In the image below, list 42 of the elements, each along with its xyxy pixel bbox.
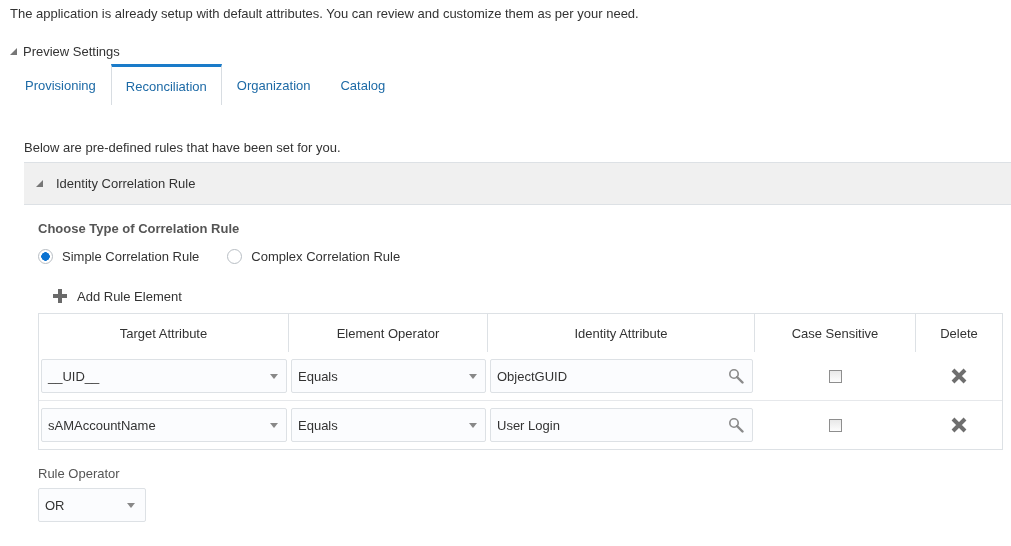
dropdown[interactable]: Equals	[291, 408, 486, 442]
dropdown[interactable]: Equals	[291, 359, 486, 393]
search-field[interactable]: ObjectGUID	[490, 359, 753, 393]
dropdown-caret-icon[interactable]	[127, 502, 135, 508]
dropdown-caret-icon[interactable]	[469, 373, 477, 379]
column-header: Delete	[939, 324, 979, 343]
checkbox[interactable]	[829, 418, 842, 432]
collapse-triangle-icon[interactable]	[36, 180, 43, 187]
dropdown[interactable]: __UID__	[41, 359, 287, 393]
search-field[interactable]: User Login	[490, 408, 753, 442]
tab[interactable]: Organization	[221, 64, 326, 105]
plus-icon[interactable]	[52, 288, 68, 304]
field-label: Choose Type of Correlation Rule	[38, 221, 241, 237]
column-header: Element Operator	[289, 314, 488, 352]
radio-button[interactable]	[227, 248, 243, 264]
search-icon[interactable]	[728, 417, 744, 433]
dropdown-caret-icon[interactable]	[469, 422, 477, 428]
dropdown[interactable]: OR	[38, 488, 146, 522]
search-icon[interactable]	[728, 368, 744, 384]
radio-label: Simple Correlation Rule	[62, 248, 200, 264]
delete-x-icon[interactable]	[950, 416, 968, 434]
column-header: Identity Attribute	[488, 314, 755, 352]
dropdown-caret-icon[interactable]	[270, 373, 278, 379]
checkbox[interactable]	[829, 369, 842, 383]
column-header: Case Sensitive	[755, 314, 916, 352]
tab[interactable]: Reconciliation	[110, 64, 222, 105]
add-rule-element-button[interactable]: Add Rule Element	[52, 287, 182, 305]
tab[interactable]: Provisioning	[10, 64, 111, 105]
collapse-triangle-icon[interactable]	[10, 47, 17, 55]
radio-label: Complex Correlation Rule	[251, 248, 401, 264]
dropdown-caret-icon[interactable]	[270, 422, 278, 428]
section-heading[interactable]: Preview Settings	[23, 43, 120, 59]
field-label: Rule Operator	[38, 466, 121, 482]
description-text: Below are pre-defined rules that have been set for you.	[24, 139, 342, 157]
section-title: Identity Correlation Rule	[56, 176, 196, 191]
delete-x-icon[interactable]	[950, 367, 968, 385]
dropdown[interactable]: sAMAccountName	[41, 408, 287, 442]
column-header: Target Attribute	[39, 314, 289, 352]
intro-text: The application is already setup with default attributes. You can review and customize them as per your need.	[9, 5, 640, 22]
tab[interactable]: Catalog	[325, 64, 401, 105]
section-header[interactable]: Identity Correlation Rule	[24, 162, 1011, 205]
radio-button[interactable]	[38, 248, 53, 264]
